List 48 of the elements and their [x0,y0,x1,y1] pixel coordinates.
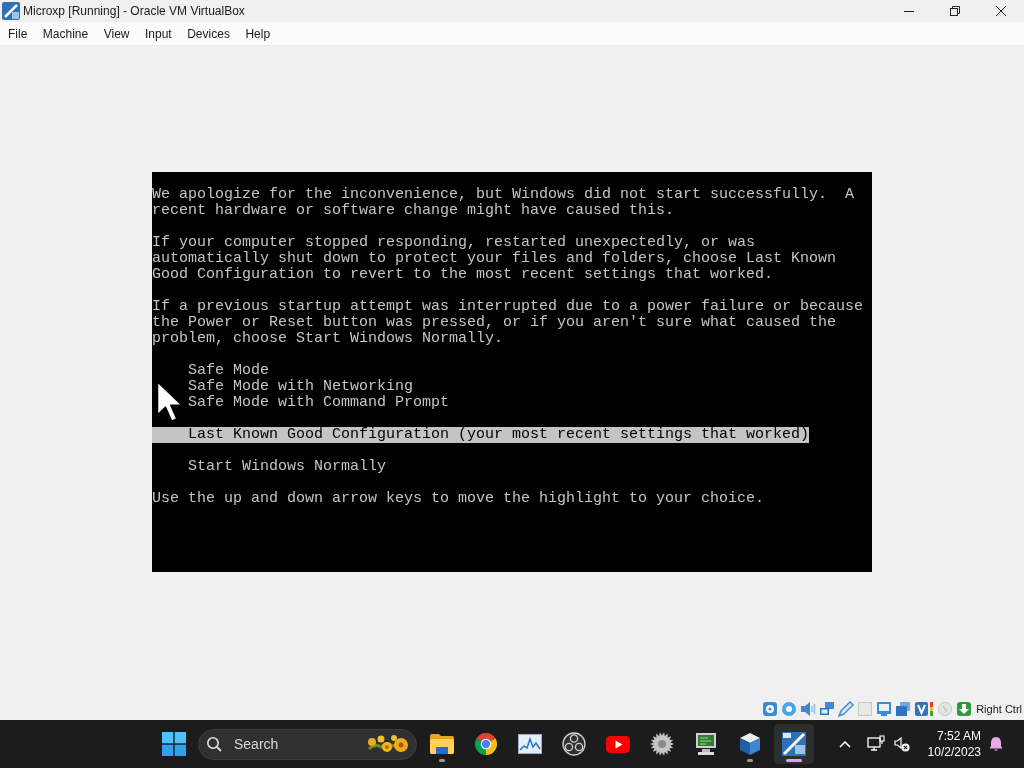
gear-icon [650,732,674,756]
chevron-up-icon [838,740,851,748]
muted-speaker-icon[interactable] [893,736,910,752]
menu-item[interactable]: Devices [180,24,237,43]
menu-item[interactable]: Input [138,24,179,43]
monitor-icon [694,732,718,756]
host-key-label: Right Ctrl [976,703,1022,715]
folder-icon [430,734,454,754]
bell-icon[interactable] [988,736,1004,752]
flower-bouquet-icon [365,733,411,755]
clock-date[interactable]: 10/2/2023 [927,744,981,760]
boot-option[interactable]: Last Known Good Configuration (your most recent settings that worked) [152,426,810,443]
line-chart-icon [518,734,542,754]
boot-option[interactable]: Safe Mode with Command Prompt [188,394,450,411]
speaker-icon[interactable] [800,701,817,717]
start-icon [162,732,186,756]
console-paragraph: We apologize for the inconvenience, but Windows did not start successfully. A recent hardware or software change might have caused this. [152,186,855,219]
meter-icon[interactable] [914,701,935,717]
boot-option[interactable]: Start Windows Normally [188,458,387,475]
menu-item[interactable]: Help [238,24,278,43]
tri-segment-circle-icon [474,732,498,756]
down-arrow-icon[interactable] [956,701,973,717]
search-field[interactable]: Search [198,728,417,760]
pen-icon[interactable] [838,701,855,717]
screens-icon[interactable] [895,701,912,717]
close-icon [996,6,1006,16]
network-icon[interactable] [866,735,885,753]
console-paragraph: If a previous startup attempt was interrupted due to a power failure or because the Power or Reset button was pressed, or if you aren't sure what caused the problem, choose Start Windows Normally. [152,298,864,347]
boot-option[interactable]: Safe Mode with Networking [188,378,414,395]
restore-icon [950,6,960,16]
tile-icon [782,732,806,756]
monitor-icon[interactable] [876,701,893,717]
taskbar-app-button[interactable] [774,724,814,764]
window-title: Microxp [Running] - Oracle VM VirtualBox [23,4,245,18]
clock-time[interactable]: 7:52 AM [936,728,981,744]
aperture-icon [562,732,586,756]
app-icon [2,2,20,20]
search-icon [206,736,222,752]
boot-option[interactable]: Safe Mode [188,362,269,379]
menu-item[interactable]: Machine [35,24,96,43]
console-paragraph: If your computer stopped responding, restarted unexpectedly, or was automatically shut down to protect your files and folders, choose Last Known Good Configuration to revert to the most recent settings that worked. [152,234,837,283]
play-icon [606,735,630,753]
menu-item[interactable]: View [96,24,137,43]
menu-item[interactable]: File [1,24,35,43]
disc-icon[interactable] [781,701,798,717]
console-hint: Use the up and down arrow keys to move the highlight to your choice. [152,490,765,507]
cube-icon [738,732,762,756]
minimize-icon [904,10,914,12]
